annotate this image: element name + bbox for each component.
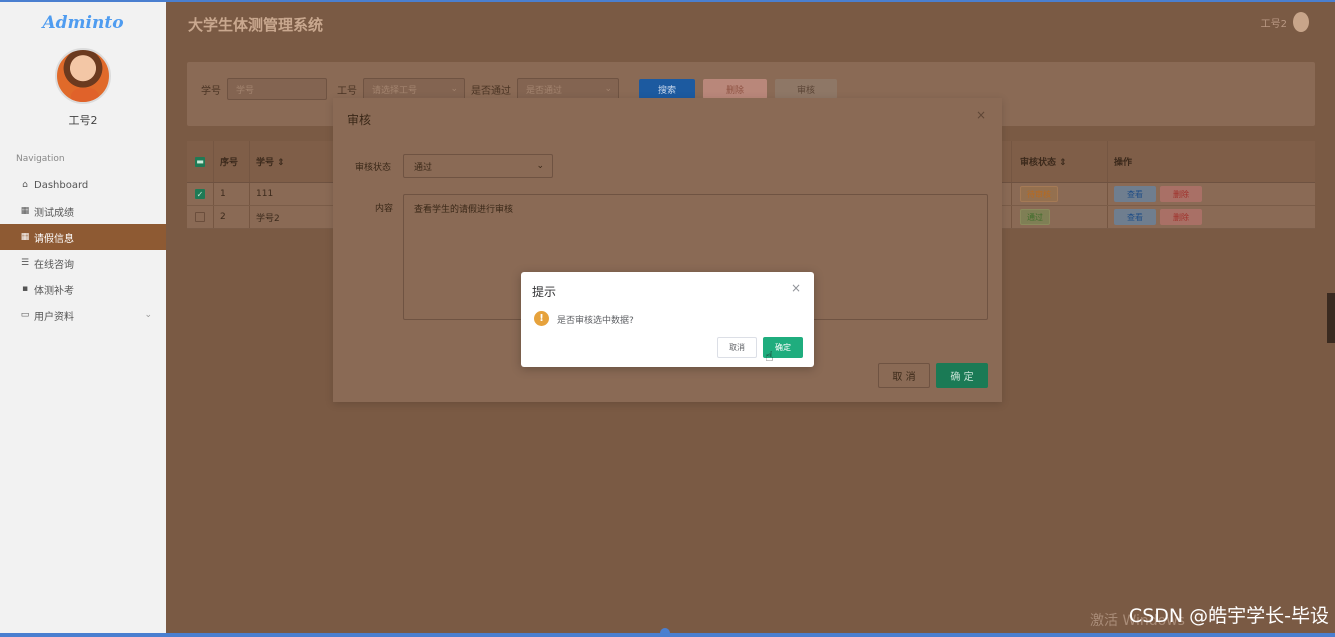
nav-title: Navigation: [16, 154, 65, 164]
modal-title: 审核: [347, 113, 372, 127]
col-student-no[interactable]: 学号 ⇕: [249, 141, 329, 182]
header-user[interactable]: 工号2: [1261, 12, 1309, 32]
sidebar-item-label: 用户资料: [34, 311, 74, 323]
col-ops: 操作: [1107, 141, 1315, 182]
audit-button[interactable]: 审核: [775, 79, 837, 99]
close-icon[interactable]: ×: [976, 108, 986, 122]
work-no-select[interactable]: 请选择工号 ⌄: [363, 78, 465, 100]
select-all-checkbox[interactable]: ▬: [195, 156, 205, 167]
header-username: 工号2: [1260, 18, 1287, 30]
avatar[interactable]: [55, 48, 111, 104]
sidebar-item-test-scores[interactable]: ▦ 测试成绩: [0, 198, 166, 224]
sidebar-item-consult[interactable]: ☰ 在线咨询: [0, 250, 166, 276]
work-no-placeholder: 请选择工号: [372, 85, 418, 96]
header-avatar[interactable]: [1293, 12, 1309, 32]
sidebar-item-user-profile[interactable]: ▭ 用户资料 ⌄: [0, 302, 166, 328]
cell-index: 2: [213, 206, 249, 228]
view-button[interactable]: 查看: [1114, 209, 1156, 225]
row-checkbox[interactable]: [195, 212, 205, 222]
confirm-title: 提示: [532, 285, 557, 299]
cell-student-no: 学号2: [249, 206, 329, 228]
cell-student-no: 111: [249, 183, 329, 205]
logo[interactable]: Adminto: [0, 2, 166, 44]
top-header: 大学生体测管理系统 工号2: [166, 0, 1335, 44]
clipboard-icon: ▪: [21, 284, 29, 294]
col-status[interactable]: 审核状态 ⇕: [1011, 141, 1107, 182]
modal-confirm-button[interactable]: 确 定: [936, 363, 988, 388]
chevron-down-icon: ⌄: [450, 84, 458, 94]
close-icon[interactable]: ×: [791, 281, 801, 295]
col-index: 序号: [213, 141, 249, 182]
row-delete-button[interactable]: 删除: [1160, 186, 1202, 202]
app-title: 大学生体测管理系统: [188, 16, 324, 34]
sidebar-item-label: 测试成绩: [34, 207, 74, 219]
row-checkbox[interactable]: ✓: [195, 189, 205, 199]
passed-select[interactable]: 是否通过 ⌄: [517, 78, 619, 100]
csdn-watermark: CSDN @皓宇学长-毕设: [1128, 605, 1329, 627]
chevron-down-icon: ⌄: [144, 310, 152, 320]
confirm-cancel-button[interactable]: 取消: [717, 337, 757, 358]
scrollbar-handle[interactable]: [1327, 293, 1335, 343]
sidebar-item-dashboard[interactable]: ⌂ Dashboard: [0, 172, 166, 198]
confirm-message: 是否审核选中数据?: [557, 316, 634, 326]
grid-icon: ▦: [20, 232, 30, 242]
warning-icon: !: [534, 311, 549, 326]
list-icon: ☰: [20, 258, 30, 268]
search-button[interactable]: 搜索: [639, 79, 695, 99]
audit-status-value: 通过: [414, 162, 433, 173]
row-delete-button[interactable]: 删除: [1160, 209, 1202, 225]
card-icon: ▭: [20, 310, 30, 320]
sidebar-item-leave-info[interactable]: ▦ 请假信息: [0, 224, 166, 250]
sidebar-item-label: Dashboard: [34, 179, 89, 191]
sidebar: Adminto 工号2 Navigation ⌂ Dashboard ▦ 测试成…: [0, 0, 166, 637]
student-no-input[interactable]: 学号: [227, 78, 327, 100]
sidebar-item-label: 请假信息: [34, 233, 74, 245]
work-no-label: 工号: [337, 85, 357, 97]
status-badge: 待审核: [1020, 186, 1058, 202]
hand-cursor-icon: ☝: [765, 349, 774, 365]
grid-icon: ▦: [20, 206, 30, 216]
chevron-down-icon: ⌄: [604, 84, 612, 94]
cell-index: 1: [213, 183, 249, 205]
passed-label: 是否通过: [471, 85, 511, 97]
sidebar-username: 工号2: [68, 114, 98, 127]
home-icon: ⌂: [22, 180, 28, 190]
status-badge: 通过: [1020, 209, 1050, 225]
passed-placeholder: 是否通过: [526, 85, 563, 96]
delete-button[interactable]: 删除: [703, 79, 767, 99]
student-no-label: 学号: [201, 85, 221, 97]
audit-status-select[interactable]: 通过 ⌄: [403, 154, 553, 178]
content-label: 内容: [375, 204, 394, 214]
sidebar-item-label: 体测补考: [34, 285, 74, 297]
sidebar-item-makeup[interactable]: ▪ 体测补考: [0, 276, 166, 302]
modal-cancel-button[interactable]: 取 消: [878, 363, 930, 388]
view-button[interactable]: 查看: [1114, 186, 1156, 202]
status-label: 审核状态: [355, 163, 392, 173]
chevron-down-icon: ⌄: [536, 161, 544, 171]
progress-handle[interactable]: [660, 628, 670, 637]
sidebar-item-label: 在线咨询: [34, 259, 74, 271]
